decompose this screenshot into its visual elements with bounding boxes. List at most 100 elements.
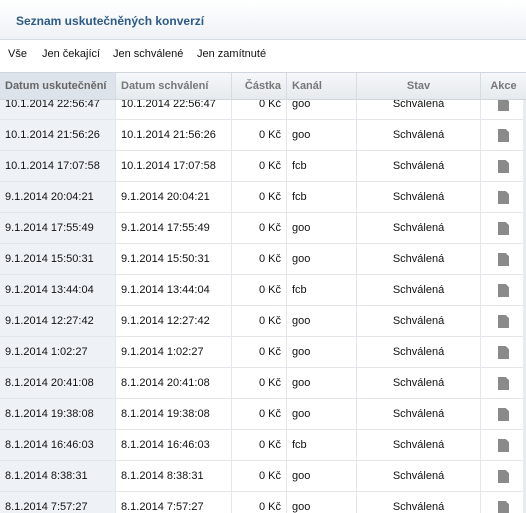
cell-amount: 0 Kč [232,100,287,119]
panel-title: Seznam uskutečněných konverzí [16,14,205,28]
table-row[interactable]: 9.1.2014 20:04:21 9.1.2014 20:04:21 0 Kč fc… [0,182,526,213]
cell-status: Schválená [357,213,481,243]
col-header-status[interactable]: Stav [357,73,481,99]
cell-status: Schválená [357,337,481,367]
cell-amount: 0 Kč [232,120,287,150]
document-icon[interactable] [498,253,509,266]
cell-channel: goo [287,100,357,119]
document-icon[interactable] [498,501,509,513]
cell-date: 9.1.2014 12:27:42 [0,306,116,336]
cell-action [481,100,526,119]
cell-action [481,120,526,150]
cell-action [481,430,526,460]
cell-date: 8.1.2014 19:38:08 [0,399,116,429]
col-header-approved[interactable]: Datum schválení [116,73,232,99]
cell-amount: 0 Kč [232,368,287,398]
cell-status: Schválená [357,368,481,398]
cell-approved: 8.1.2014 20:41:08 [116,368,232,398]
table-row[interactable]: 10.1.2014 17:07:58 10.1.2014 17:07:58 0 Kč… [0,151,526,182]
cell-status: Schválená [357,461,481,491]
document-icon[interactable] [498,439,509,452]
table-row[interactable]: 9.1.2014 17:55:49 9.1.2014 17:55:49 0 Kč go… [0,213,526,244]
cell-channel: goo [287,399,357,429]
cell-action [481,275,526,305]
cell-status: Schválená [357,244,481,274]
cell-approved: 8.1.2014 16:46:03 [116,430,232,460]
cell-amount: 0 Kč [232,151,287,181]
cell-amount: 0 Kč [232,306,287,336]
document-icon[interactable] [498,160,509,173]
table-row[interactable]: 8.1.2014 7:57:27 8.1.2014 7:57:27 0 Kč goo S… [0,492,526,513]
col-header-action: Akce [490,80,517,92]
grid-header: Datum uskutečnění Datum schválení Částka… [0,72,526,100]
table-row[interactable]: 9.1.2014 13:44:04 9.1.2014 13:44:04 0 Kč fc… [0,275,526,306]
cell-status: Schválená [357,275,481,305]
table-row[interactable]: 10.1.2014 21:56:26 10.1.2014 21:56:26 0 Kč… [0,120,526,151]
cell-status: Schválená [357,430,481,460]
cell-date: 8.1.2014 8:38:31 [0,461,116,491]
cell-approved: 10.1.2014 22:56:47 [116,100,232,119]
cell-date: 9.1.2014 1:02:27 [0,337,116,367]
cell-channel: goo [287,492,357,513]
cell-approved: 10.1.2014 17:07:58 [116,151,232,181]
col-header-channel[interactable]: Kanál [287,73,357,99]
filter-approved[interactable]: Jen schválené [113,48,183,60]
cell-amount: 0 Kč [232,244,287,274]
cell-status: Schválená [357,306,481,336]
filter-all[interactable]: Vše [8,48,27,60]
cell-approved: 9.1.2014 13:44:04 [116,275,232,305]
cell-amount: 0 Kč [232,275,287,305]
table-row[interactable]: 10.1.2014 22:56:47 10.1.2014 22:56:47 0 Kč… [0,100,526,120]
document-icon[interactable] [498,284,509,297]
cell-action [481,399,526,429]
col-header-date[interactable]: Datum uskutečnění [0,73,116,99]
cell-amount: 0 Kč [232,492,287,513]
cell-action [481,461,526,491]
col-header-amount[interactable]: Částka [232,73,287,99]
cell-status: Schválená [357,182,481,212]
cell-date: 8.1.2014 7:57:27 [0,492,116,513]
document-icon[interactable] [498,408,509,421]
cell-date: 9.1.2014 17:55:49 [0,213,116,243]
cell-action [481,151,526,181]
cell-approved: 10.1.2014 21:56:26 [116,120,232,150]
table-row[interactable]: 8.1.2014 20:41:08 8.1.2014 20:41:08 0 Kč go… [0,368,526,399]
cell-status: Schválená [357,492,481,513]
table-row[interactable]: 9.1.2014 15:50:31 9.1.2014 15:50:31 0 Kč go… [0,244,526,275]
table-row[interactable]: 8.1.2014 16:46:03 8.1.2014 16:46:03 0 Kč fc… [0,430,526,461]
cell-date: 9.1.2014 13:44:04 [0,275,116,305]
document-icon[interactable] [498,377,509,390]
cell-channel: goo [287,368,357,398]
filter-pending[interactable]: Jen čekající [42,48,100,60]
cell-channel: goo [287,461,357,491]
cell-date: 9.1.2014 20:04:21 [0,182,116,212]
cell-approved: 8.1.2014 8:38:31 [116,461,232,491]
filter-bar: Vše Jen čekající Jen schválené Jen zamít… [0,44,526,68]
cell-action [481,182,526,212]
cell-channel: fcb [287,151,357,181]
cell-action [481,492,526,513]
cell-action [481,337,526,367]
document-icon[interactable] [498,346,509,359]
filter-rejected[interactable]: Jen zamítnuté [197,48,266,60]
table-row[interactable]: 8.1.2014 19:38:08 8.1.2014 19:38:08 0 Kč go… [0,399,526,430]
document-icon[interactable] [498,470,509,483]
document-icon[interactable] [498,100,509,111]
document-icon[interactable] [498,129,509,142]
cell-date: 8.1.2014 16:46:03 [0,430,116,460]
cell-approved: 8.1.2014 19:38:08 [116,399,232,429]
grid-body[interactable]: 10.1.2014 22:56:47 10.1.2014 22:56:47 0 Kč… [0,100,526,513]
document-icon[interactable] [498,222,509,235]
cell-status: Schválená [357,399,481,429]
conversions-panel: Seznam uskutečněných konverzí Vše Jen če… [0,0,526,513]
document-icon[interactable] [498,191,509,204]
table-row[interactable]: 9.1.2014 12:27:42 9.1.2014 12:27:42 0 Kč go… [0,306,526,337]
table-row[interactable]: 9.1.2014 1:02:27 9.1.2014 1:02:27 0 Kč goo S… [0,337,526,368]
cell-date: 8.1.2014 20:41:08 [0,368,116,398]
cell-approved: 9.1.2014 1:02:27 [116,337,232,367]
table-row[interactable]: 8.1.2014 8:38:31 8.1.2014 8:38:31 0 Kč goo S… [0,461,526,492]
document-icon[interactable] [498,315,509,328]
cell-status: Schválená [357,100,481,119]
cell-action [481,306,526,336]
cell-channel: goo [287,213,357,243]
